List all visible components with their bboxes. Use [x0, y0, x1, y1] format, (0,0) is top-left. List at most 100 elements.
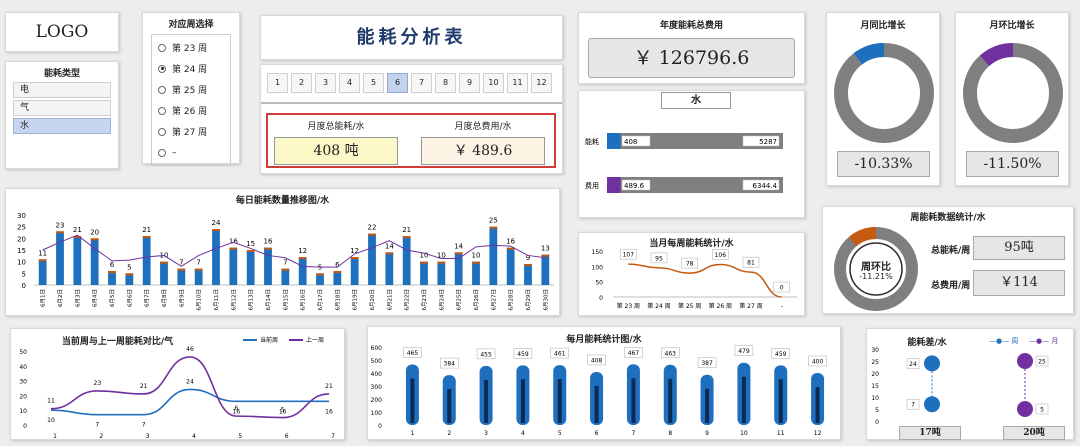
- month-button[interactable]: 12: [531, 73, 552, 93]
- daily-bar-cap: [125, 273, 134, 276]
- month-button[interactable]: 5: [363, 73, 384, 93]
- week-option[interactable]: 第 27 周: [158, 121, 224, 142]
- diff-data-label: 25: [1038, 359, 1046, 366]
- y-tick-label: 500: [371, 358, 383, 365]
- daily-bar-cap: [350, 257, 359, 259]
- daily-bar-cap: [385, 252, 394, 255]
- x-tick-label: 5: [558, 430, 562, 437]
- daily-bar: [73, 236, 82, 285]
- daily-bar-cap: [264, 247, 272, 250]
- daily-bar: [298, 257, 307, 285]
- week-option[interactable]: 第 24 周: [158, 58, 224, 79]
- daily-bar: [420, 261, 428, 285]
- week-option[interactable]: –: [158, 142, 224, 163]
- week-trend-data-label: 0: [780, 285, 784, 292]
- month-button[interactable]: 8: [435, 73, 456, 93]
- x-tick-label: 6月20日: [369, 289, 376, 311]
- energy-type-option[interactable]: 电: [13, 82, 111, 98]
- x-tick-label: 第 25 周: [678, 302, 701, 310]
- legend-label: 上一周: [306, 336, 324, 344]
- month-button[interactable]: 11: [507, 73, 528, 93]
- compare-data-label: 10: [47, 417, 55, 424]
- x-tick-label: 6月25日: [456, 289, 463, 311]
- daily-bar: [90, 238, 99, 285]
- daily-bar-cap: [368, 233, 376, 236]
- monthly-bar-inner: [631, 378, 636, 423]
- daily-bar: [368, 233, 376, 285]
- x-tick-label: 6月15日: [282, 289, 289, 311]
- x-tick-label: 10: [740, 430, 748, 437]
- daily-data-label: 21: [73, 226, 82, 234]
- daily-bar-cap: [142, 236, 151, 238]
- week-option[interactable]: 第 23 周: [158, 37, 224, 58]
- radio-icon[interactable]: [158, 106, 166, 115]
- y-tick-label: 10: [17, 259, 26, 267]
- x-tick-label: 2: [99, 433, 103, 440]
- donut-segment: [848, 227, 877, 247]
- week-select-panel: 对应周选择 第 23 周第 24 周第 25 周第 26 周第 27 周 –: [142, 12, 240, 166]
- radio-icon[interactable]: [158, 148, 166, 157]
- annual-value-label: 408: [624, 138, 637, 146]
- page-title: 能耗分析表: [356, 27, 467, 48]
- y-tick-label: 30: [19, 379, 27, 386]
- x-tick-label: 1: [411, 430, 415, 437]
- donut-segment: [979, 43, 1014, 67]
- daily-bar: [229, 247, 238, 285]
- y-tick-label: 50: [19, 349, 27, 356]
- x-tick-label: 1: [53, 433, 57, 440]
- monthly-bar-inner: [594, 385, 599, 423]
- daily-data-label: 22: [368, 224, 377, 232]
- weekly-stats-panel: 周能耗数据统计/水 周环比 -11.21% 总能耗/周 95吨 总费用/周 ￥1…: [822, 206, 1074, 314]
- diff-high-point: [1017, 353, 1033, 369]
- annual-bars-panel: 水 能耗 408 5287 费用 489.6 6344.4: [578, 90, 805, 218]
- month-button[interactable]: 9: [459, 73, 480, 93]
- month-button[interactable]: 10: [483, 73, 504, 93]
- monthly-bar-inner: [410, 378, 415, 423]
- compare-data-label: 24: [186, 378, 194, 385]
- month-button[interactable]: 4: [339, 73, 360, 93]
- y-tick-label: 5: [875, 407, 879, 414]
- monthly-bar-inner: [447, 389, 452, 423]
- month-button[interactable]: 2: [291, 73, 312, 93]
- monthly-bar-inner: [705, 388, 710, 423]
- x-tick-label: 6月11日: [213, 289, 220, 311]
- radio-icon[interactable]: [158, 127, 166, 136]
- x-tick-label: 11: [777, 430, 785, 437]
- monthly-data-label: 467: [628, 350, 640, 357]
- x-tick-label: 6月21日: [386, 289, 393, 311]
- radio-icon[interactable]: [158, 64, 166, 73]
- monthly-bar-inner: [557, 379, 562, 423]
- x-tick-label: 6月3日: [74, 289, 81, 307]
- daily-bar: [524, 264, 532, 285]
- x-tick-label: 6月1日: [40, 289, 47, 307]
- daily-bar-cap: [56, 231, 64, 234]
- daily-data-label: 23: [56, 221, 65, 229]
- week-option[interactable]: 第 25 周: [158, 79, 224, 100]
- energy-type-option[interactable]: 水: [13, 118, 111, 134]
- energy-type-option[interactable]: 气: [13, 100, 111, 116]
- y-tick-label: 30: [17, 212, 26, 220]
- daily-bar-cap: [229, 247, 238, 250]
- daily-chart: 0 5 10 15 20 25 30 11 6月1日 23 6月2日 21 6月3日 20 6月4日 6 6月5…: [17, 212, 554, 311]
- monthly-data-label: 400: [812, 359, 824, 366]
- x-tick-label: 6月29日: [525, 289, 532, 311]
- x-tick-label: 6月2日: [57, 289, 64, 307]
- x-tick-label: 6月30日: [542, 289, 549, 311]
- month-button[interactable]: 3: [315, 73, 336, 93]
- annual-bar-value: [607, 177, 621, 193]
- month-button[interactable]: 1: [267, 73, 288, 93]
- daily-bar: [177, 268, 186, 285]
- month-button[interactable]: 7: [411, 73, 432, 93]
- x-tick-label: 6月27日: [490, 289, 497, 311]
- daily-bar-cap: [454, 252, 463, 255]
- radio-icon[interactable]: [158, 43, 166, 52]
- daily-bar: [194, 268, 203, 285]
- radio-icon[interactable]: [158, 85, 166, 94]
- daily-data-label: 10: [472, 252, 481, 260]
- logo-box: LOGO: [5, 12, 119, 52]
- y-tick-label: 0: [23, 423, 27, 430]
- y-tick-label: 0: [875, 419, 879, 426]
- daily-bar-cap: [333, 271, 342, 273]
- week-option[interactable]: 第 26 周: [158, 100, 224, 121]
- month-button[interactable]: 6: [387, 73, 408, 93]
